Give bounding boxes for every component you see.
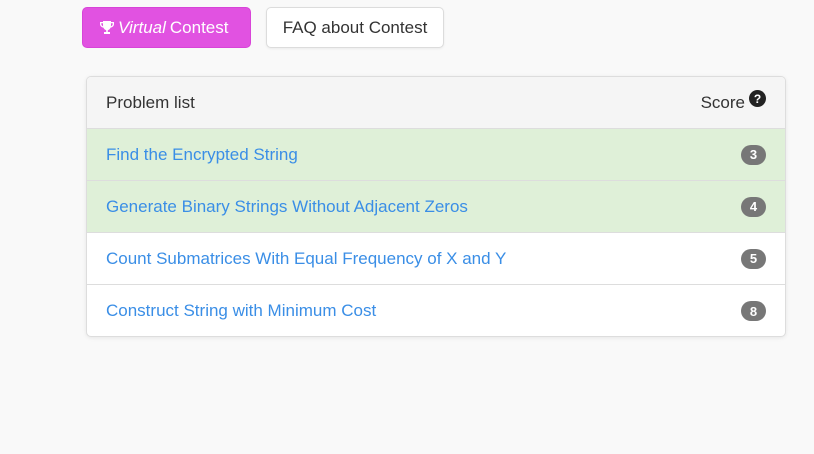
problem-link[interactable]: Construct String with Minimum Cost xyxy=(106,301,376,321)
problem-link[interactable]: Find the Encrypted String xyxy=(106,145,298,165)
score-badge: 3 xyxy=(741,144,766,165)
score-label: Score xyxy=(700,92,745,112)
contest-toolbar: Virtual Contest FAQ about Contest xyxy=(82,7,444,48)
score-badge: 8 xyxy=(741,301,766,321)
problem-row: Count Submatrices With Equal Frequency o… xyxy=(87,233,785,285)
score-header: Score ? xyxy=(700,90,766,113)
problem-link[interactable]: Count Submatrices With Equal Frequency o… xyxy=(106,249,506,269)
problem-row: Generate Binary Strings Without Adjacent… xyxy=(87,181,785,233)
score-badge: 5 xyxy=(741,248,766,269)
panel-header: Problem list Score ? xyxy=(87,77,785,129)
virtual-contest-button[interactable]: Virtual Contest xyxy=(82,7,251,48)
problem-link[interactable]: Generate Binary Strings Without Adjacent… xyxy=(106,197,468,217)
problem-row: Construct String with Minimum Cost 8 xyxy=(87,285,785,336)
score-badge: 4 xyxy=(741,196,766,217)
faq-button[interactable]: FAQ about Contest xyxy=(266,7,444,48)
question-circle-icon[interactable]: ? xyxy=(749,90,766,107)
problem-row: Find the Encrypted String 3 xyxy=(87,129,785,181)
virtual-label: Virtual xyxy=(118,17,166,37)
contest-label: Contest xyxy=(169,17,229,37)
trophy-icon xyxy=(100,20,114,34)
problem-list-panel: Problem list Score ? Find the Encrypted … xyxy=(86,76,786,337)
problem-list-heading: Problem list xyxy=(106,92,195,112)
